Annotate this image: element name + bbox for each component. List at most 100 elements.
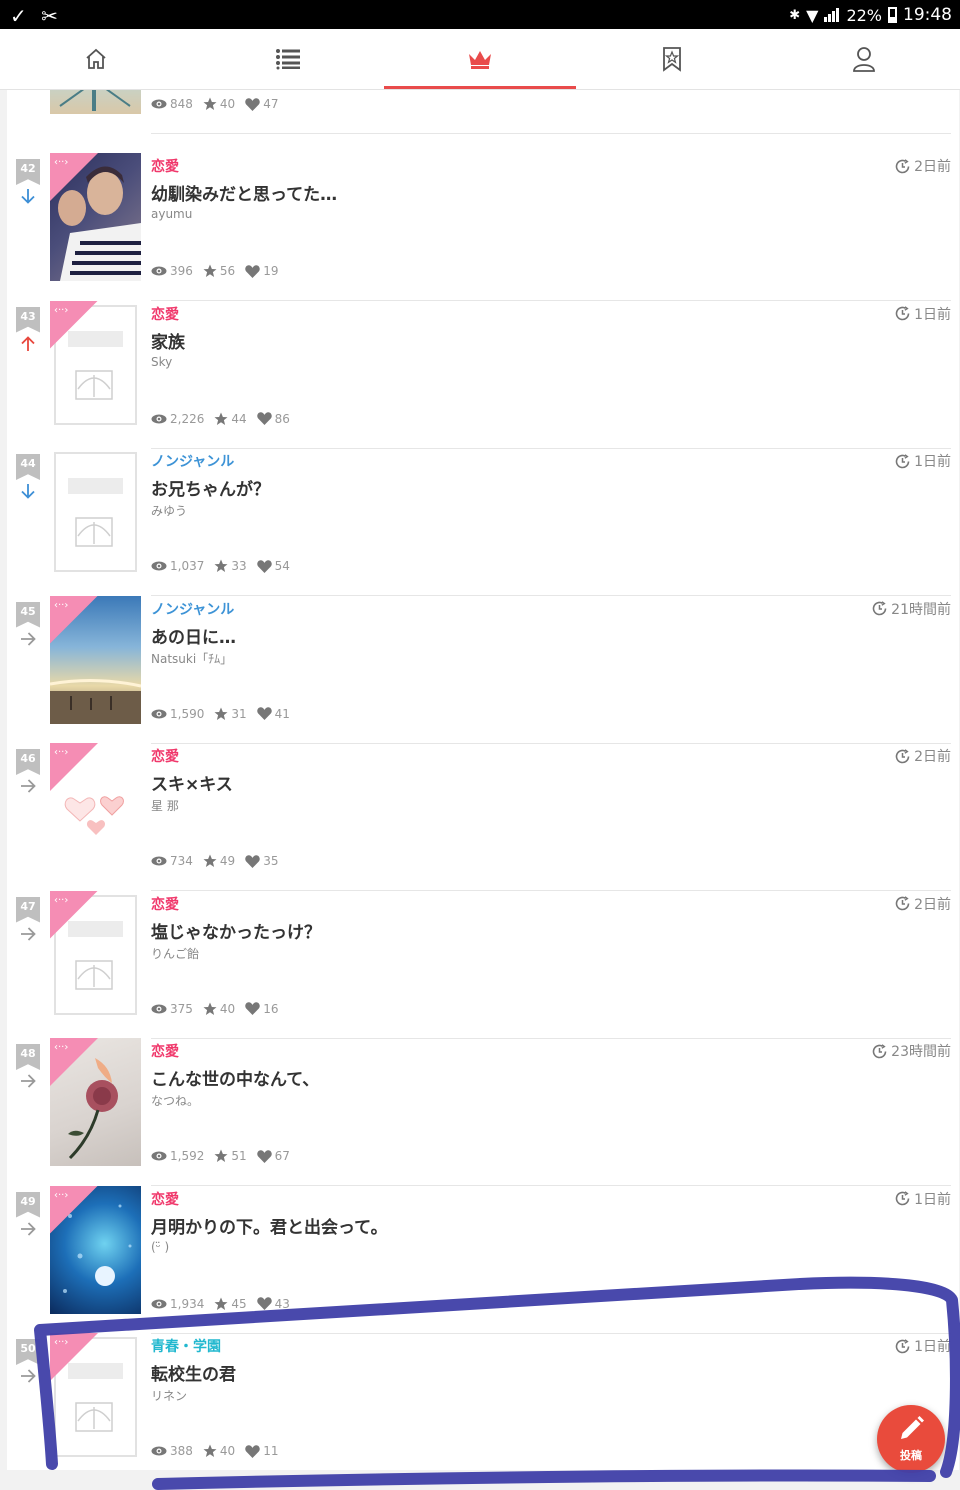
battery-icon [888, 7, 897, 23]
genre-label[interactable]: 恋愛 [151, 304, 179, 324]
tab-bookmark[interactable] [576, 29, 768, 89]
list-item[interactable]: 44 ノンジャンル お兄ちゃんが？ みゆう 1日前 1,037 33 54 [7, 448, 959, 596]
likes: 35 [245, 854, 278, 868]
updated-time: 1日前 [895, 304, 951, 324]
stars: 33 [214, 559, 247, 573]
list-item[interactable]: 46 ‹··› 恋愛 スキ×キス星 那 2日前 734 49 35 [7, 743, 959, 891]
tools-icon: ✂ [41, 4, 58, 28]
list-item[interactable]: 45 ‹··› ノンジャンル あの日に… Natsuki「ﾁﾑ」 21時間前 1,590 31… [7, 595, 959, 744]
author-name[interactable]: Natsuki「ﾁﾑ」 [151, 650, 232, 667]
cover-image: ‹··› [50, 1038, 141, 1166]
story-title[interactable]: 転校生の君 [151, 1360, 236, 1385]
book-placeholder-icon [75, 517, 113, 547]
bluetooth-icon: ✱ [789, 7, 801, 23]
trend-same-icon [21, 779, 36, 793]
story-title[interactable]: あの日に… [151, 623, 236, 648]
tab-profile[interactable] [768, 29, 960, 89]
updated-clock-icon [895, 306, 910, 321]
views: 375 [151, 1002, 193, 1016]
heart-icon [245, 1444, 260, 1458]
story-title[interactable]: こんな世の中なんて、 [151, 1065, 319, 1090]
updated-time: 2日前 [895, 156, 951, 176]
stars: 44 [214, 412, 247, 426]
heart-icon [256, 1297, 272, 1310]
cover-image [50, 90, 141, 114]
heart-icon [245, 1002, 260, 1015]
ranking-list: 848 40 47 42 ‹··› 恋愛 幼馴染みだと思ってた… ayumu 2日前 396… [7, 90, 959, 1470]
heart-icon [256, 412, 272, 425]
cover-image: ‹··› [50, 1185, 141, 1314]
trend-up-icon [21, 335, 35, 351]
author-name[interactable]: みゆう [151, 502, 187, 519]
genre-label[interactable]: 恋愛 [151, 746, 179, 766]
list-item[interactable]: 48 ‹··› 恋愛 こんな世の中なんて、 なつね。 23時間前 1,592 51 67 [7, 1038, 959, 1186]
updated-time: 1日前 [895, 1189, 951, 1209]
list-item[interactable]: 47 ‹··› 恋愛 塩じゃなかったっけ？ りんご飴 2日前 375 40 16 [7, 890, 959, 1039]
stars: 56 [203, 264, 235, 278]
author-name[interactable]: (ᵕ̈ ) [151, 1240, 169, 1254]
list-item-partial[interactable]: 848 40 47 [7, 90, 959, 134]
views: 1,590 [151, 707, 204, 721]
story-title[interactable]: 月明かりの下。君と出会って。 [151, 1213, 388, 1238]
list-item[interactable]: 49 ‹··› 恋愛 月明かりの下。君と出会って。 (ᵕ̈ ) 1日前 1,934 45 43 [7, 1185, 959, 1334]
updated-time: 1日前 [895, 1336, 951, 1356]
likes: 47 [245, 97, 278, 111]
updated-time: 23時間前 [872, 1041, 951, 1061]
trend-same-icon [21, 1369, 36, 1383]
likes: 43 [256, 1297, 290, 1311]
views: 848 [151, 97, 193, 111]
list-item[interactable]: 42 ‹··› 恋愛 幼馴染みだと思ってた… ayumu 2日前 396 56 19 [7, 153, 959, 301]
updated-clock-icon [872, 1043, 887, 1058]
likes: 86 [256, 412, 290, 426]
story-title[interactable]: 幼馴染みだと思ってた… [151, 180, 337, 205]
author-name[interactable]: ayumu [151, 207, 192, 221]
views: 1,037 [151, 559, 204, 573]
updated-time: 1日前 [895, 451, 951, 471]
genre-label[interactable]: 恋愛 [151, 1189, 179, 1209]
tab-home[interactable] [0, 29, 192, 89]
eye-icon [151, 1004, 167, 1013]
story-title[interactable]: 家族 [151, 328, 185, 353]
cover-image: ‹··› [50, 300, 141, 429]
list-item[interactable]: 43 ‹··› 恋愛 家族 Sky 1日前 2,226 44 86 [7, 300, 959, 449]
genre-label[interactable]: 恋愛 [151, 1041, 179, 1061]
rank-badge: 45 [16, 601, 40, 628]
genre-label[interactable]: 恋愛 [151, 894, 179, 914]
cover-image: ‹··› [50, 153, 141, 281]
cover-image [50, 448, 141, 576]
post-button[interactable]: 投稿 [877, 1405, 945, 1473]
heart-icon [245, 854, 260, 868]
star-icon [203, 264, 217, 277]
rank-badge: 44 [16, 454, 40, 480]
story-title[interactable]: スキ×キス [151, 770, 233, 795]
views: 2,226 [151, 412, 204, 426]
list-item[interactable]: 50 ‹··› 青春・学園 転校生の君 リネン 1日前 388 40 11 [7, 1333, 959, 1470]
author-name[interactable]: 星 那 [151, 797, 179, 814]
tab-ranking[interactable] [384, 29, 576, 89]
author-name[interactable]: りんご飴 [151, 945, 199, 962]
story-title[interactable]: お兄ちゃんが？ [151, 475, 270, 500]
views: 388 [151, 1444, 193, 1458]
story-title[interactable]: 塩じゃなかったっけ？ [151, 918, 321, 943]
genre-label[interactable]: ノンジャンル [151, 599, 234, 619]
tab-list[interactable] [192, 29, 384, 89]
author-name[interactable]: Sky [151, 355, 172, 369]
trend-down-icon [21, 189, 35, 204]
stats: 375 40 16 [151, 1002, 288, 1016]
battery-percent: 22% [846, 5, 882, 25]
updated-clock-icon [895, 1338, 910, 1353]
genre-label[interactable]: ノンジャンル [151, 451, 234, 471]
pencil-icon [901, 1416, 924, 1439]
status-bar: ✓ ✂ ✱ ▼ 22% 19:48 [0, 0, 960, 29]
author-name[interactable]: リネン [151, 1387, 187, 1404]
stats: 734 49 35 [151, 854, 288, 868]
eye-icon [151, 1446, 167, 1456]
star-icon [203, 1002, 217, 1015]
stats: 1,037 33 54 [151, 559, 300, 573]
rank-badge: 50 [16, 1339, 40, 1365]
status-right: ✱ ▼ 22% 19:48 [789, 5, 952, 25]
genre-label[interactable]: 青春・学園 [151, 1336, 221, 1356]
genre-label[interactable]: 恋愛 [151, 156, 179, 176]
author-name[interactable]: なつね。 [151, 1092, 199, 1109]
updated-clock-icon [895, 453, 910, 468]
